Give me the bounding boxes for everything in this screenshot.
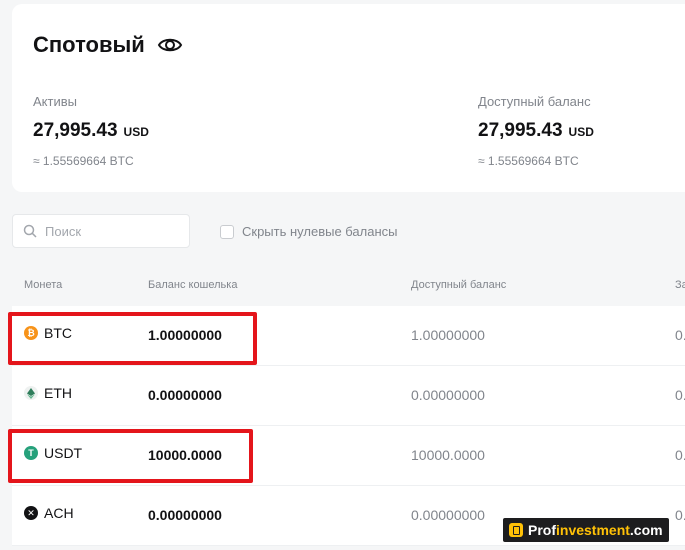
wallet-balance: 0.00000000: [148, 507, 222, 523]
alchemy-pay-icon: ✕: [24, 506, 38, 520]
assets-label: Активы: [33, 94, 77, 109]
available-btc-equivalent: ≈ 1.55569664 BTC: [478, 154, 579, 168]
available-label: Доступный баланс: [478, 94, 591, 109]
page-title: Спотовый: [33, 32, 145, 57]
available-balance: 1.00000000: [411, 327, 485, 343]
wallet-balance: 0.00000000: [148, 387, 222, 403]
watermark-part-3: .com: [629, 522, 663, 538]
watermark-part-1: Prof: [528, 522, 556, 538]
watermark-part-2: investment: [556, 522, 630, 538]
table-header: Монета Баланс кошелька Доступный баланс …: [12, 266, 685, 306]
search-input[interactable]: [43, 222, 177, 240]
coin-name: ETH: [44, 385, 72, 401]
available-stat: Доступный баланс 27,995.43 USD ≈ 1.55569…: [478, 94, 594, 168]
assets-btc-equivalent: ≈ 1.55569664 BTC: [33, 154, 134, 168]
assets-unit: USD: [123, 125, 149, 139]
coin-cell: ETH: [24, 385, 72, 401]
balances-table: Монета Баланс кошелька Доступный баланс …: [12, 266, 685, 546]
highlight-box-btc: [8, 312, 257, 365]
hide-zero-balances-toggle[interactable]: Скрыть нулевые балансы: [220, 224, 398, 239]
title-row: Спотовый: [33, 32, 183, 58]
assets-stat: Активы 27,995.43 USD ≈ 1.55569664 BTC: [33, 94, 149, 168]
frozen-balance: 0.: [675, 327, 685, 343]
watermark: Prof investment .com: [503, 518, 669, 542]
available-unit: USD: [568, 125, 594, 139]
column-header-coin: Монета: [24, 279, 63, 291]
available-balance: 10000.0000: [411, 447, 485, 463]
available-balance: 0.00000000: [411, 507, 485, 523]
assets-value: 27,995.43: [33, 120, 118, 141]
table-row[interactable]: ETH 0.00000000 0.00000000 0.: [12, 366, 685, 426]
available-balance: 0.00000000: [411, 387, 485, 403]
search-box[interactable]: [12, 214, 190, 248]
coin-cell: ✕ ACH: [24, 505, 74, 521]
search-icon: [23, 224, 37, 238]
ethereum-icon: [24, 386, 38, 400]
hide-zero-label: Скрыть нулевые балансы: [242, 224, 398, 239]
column-header-available-balance: Доступный баланс: [411, 279, 507, 291]
spot-account-card: Спотовый Активы 27,995.43 USD ≈ 1.555696…: [12, 4, 685, 192]
hide-zero-checkbox[interactable]: [220, 224, 234, 239]
highlight-box-usdt: [8, 429, 253, 483]
frozen-balance: 0.: [675, 447, 685, 463]
eye-icon[interactable]: [157, 35, 183, 55]
lock-logo-icon: [509, 523, 523, 537]
column-header-frozen: За: [675, 279, 685, 291]
frozen-balance: 0.: [675, 387, 685, 403]
available-value: 27,995.43: [478, 120, 563, 141]
frozen-balance: 0.: [675, 507, 685, 523]
coin-name: ACH: [44, 505, 74, 521]
column-header-wallet-balance: Баланс кошелька: [148, 279, 238, 291]
